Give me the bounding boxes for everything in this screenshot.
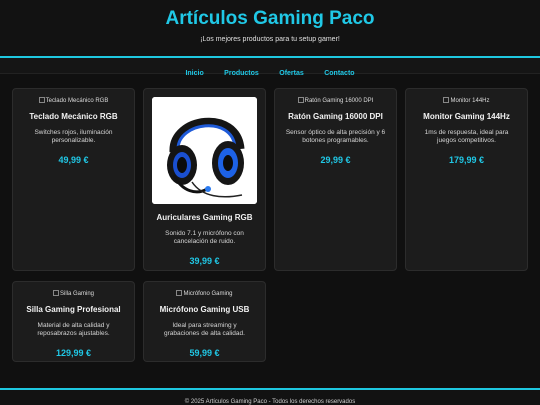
product-name: Monitor Gaming 144Hz xyxy=(423,112,510,121)
nav-link-productos[interactable]: Productos xyxy=(224,70,259,77)
product-description: Ideal para streaming y grabaciones de al… xyxy=(164,322,245,337)
product-description: Sonido 7.1 y micrófono con cancelación d… xyxy=(165,230,244,245)
product-description: Material de alta calidad y reposabrazos … xyxy=(37,322,110,337)
footer-copyright: © 2025 Artículos Gaming Paco - Todos los… xyxy=(184,399,356,405)
product-image-placeholder: Ratón Gaming 16000 DPI xyxy=(275,89,396,105)
site-footer: © 2025 Artículos Gaming Paco - Todos los… xyxy=(0,388,540,405)
product-card[interactable]: Monitor 144Hz Monitor Gaming 144Hz 1ms d… xyxy=(405,88,528,271)
broken-image-icon xyxy=(38,97,45,103)
product-name: Micrófono Gaming USB xyxy=(159,305,250,314)
product-description: 1ms de respuesta, ideal para juegos comp… xyxy=(424,129,509,144)
broken-image-icon xyxy=(52,290,59,296)
headset-icon xyxy=(152,97,257,204)
broken-image-icon xyxy=(176,290,183,296)
product-price: 39,99 € xyxy=(189,256,220,266)
product-image-placeholder: Teclado Mecánico RGB xyxy=(13,89,134,105)
product-card[interactable]: Silla Gaming Silla Gaming Profesional Ma… xyxy=(12,281,135,362)
product-description: Switches rojos, iluminación personalizab… xyxy=(34,129,113,144)
tagline: ¡Los mejores productos para tu setup gam… xyxy=(200,36,340,43)
nav-link-ofertas[interactable]: Ofertas xyxy=(279,70,304,77)
site-header: Artículos Gaming Paco ¡Los mejores produ… xyxy=(0,0,540,58)
product-price: 49,99 € xyxy=(58,155,89,165)
product-price: 59,99 € xyxy=(189,348,220,358)
main-nav: Inicio Productos Ofertas Contacto xyxy=(0,58,540,77)
broken-image-icon xyxy=(297,97,304,103)
product-image-placeholder: Monitor 144Hz xyxy=(406,89,527,105)
site-title: Artículos Gaming Paco xyxy=(165,8,375,29)
product-image-alt: Micrófono Gaming xyxy=(183,291,233,297)
product-image-placeholder: Micrófono Gaming xyxy=(144,282,265,298)
product-card[interactable]: Micrófono Gaming Micrófono Gaming USB Id… xyxy=(143,281,266,362)
product-image-alt: Teclado Mecánico RGB xyxy=(45,98,109,104)
product-image-alt: Monitor 144Hz xyxy=(450,98,490,104)
product-card[interactable]: Ratón Gaming 16000 DPI Ratón Gaming 1600… xyxy=(274,88,397,271)
product-name: Silla Gaming Profesional xyxy=(26,305,121,314)
product-image-headset xyxy=(152,97,257,204)
product-name: Teclado Mecánico RGB xyxy=(29,112,118,121)
nav-link-inicio[interactable]: Inicio xyxy=(185,70,203,77)
product-card[interactable]: Auriculares Gaming RGB Sonido 7.1 y micr… xyxy=(143,88,266,271)
broken-image-icon xyxy=(443,97,450,103)
product-card[interactable]: Teclado Mecánico RGB Teclado Mecánico RG… xyxy=(12,88,135,271)
product-image-placeholder: Silla Gaming xyxy=(13,282,134,298)
product-description: Sensor óptico de alta precisión y 6 boto… xyxy=(285,129,386,144)
product-name: Ratón Gaming 16000 DPI xyxy=(288,112,383,121)
nav-link-contacto[interactable]: Contacto xyxy=(324,70,354,77)
product-price: 129,99 € xyxy=(55,348,92,358)
product-name: Auriculares Gaming RGB xyxy=(156,213,253,222)
product-image-alt: Silla Gaming xyxy=(59,291,94,297)
product-image-alt: Ratón Gaming 16000 DPI xyxy=(304,98,374,104)
product-price: 29,99 € xyxy=(320,155,351,165)
product-price: 179,99 € xyxy=(448,155,485,165)
